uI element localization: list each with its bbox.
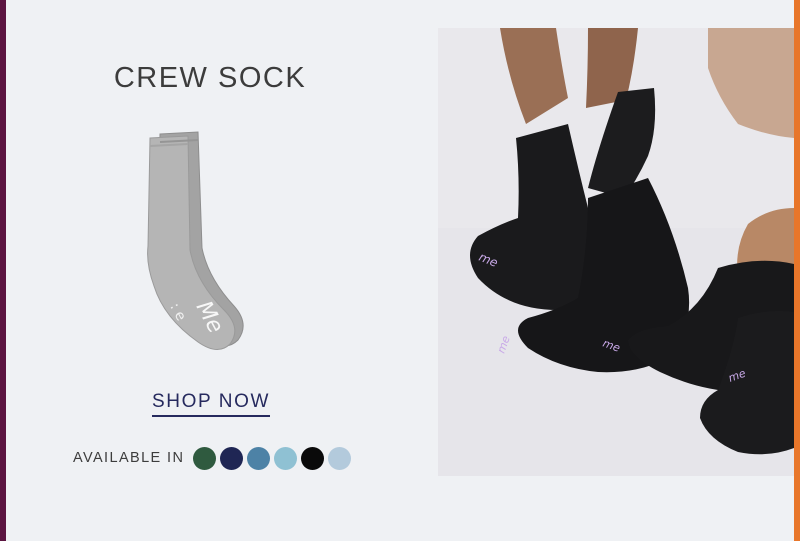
black-socks-on-feet-photo: me me me me xyxy=(438,28,794,476)
swatch-light-teal[interactable] xyxy=(274,446,298,470)
available-in-label: AVAILABLE IN xyxy=(73,450,185,466)
right-edge-accent xyxy=(794,0,800,541)
left-edge-accent xyxy=(0,0,6,541)
swatch-navy[interactable] xyxy=(220,446,244,470)
swatch-forest-green[interactable] xyxy=(193,446,217,470)
shop-now-link[interactable]: SHOP NOW xyxy=(152,391,271,417)
available-colors: AVAILABLE IN xyxy=(73,445,355,471)
swatch-black[interactable] xyxy=(301,446,325,470)
gray-crew-sock-image: Me : e xyxy=(138,128,288,358)
swatch-powder-blue[interactable] xyxy=(328,446,352,470)
product-title: CREW SOCK xyxy=(113,62,307,94)
swatch-steel-blue[interactable] xyxy=(247,446,271,470)
